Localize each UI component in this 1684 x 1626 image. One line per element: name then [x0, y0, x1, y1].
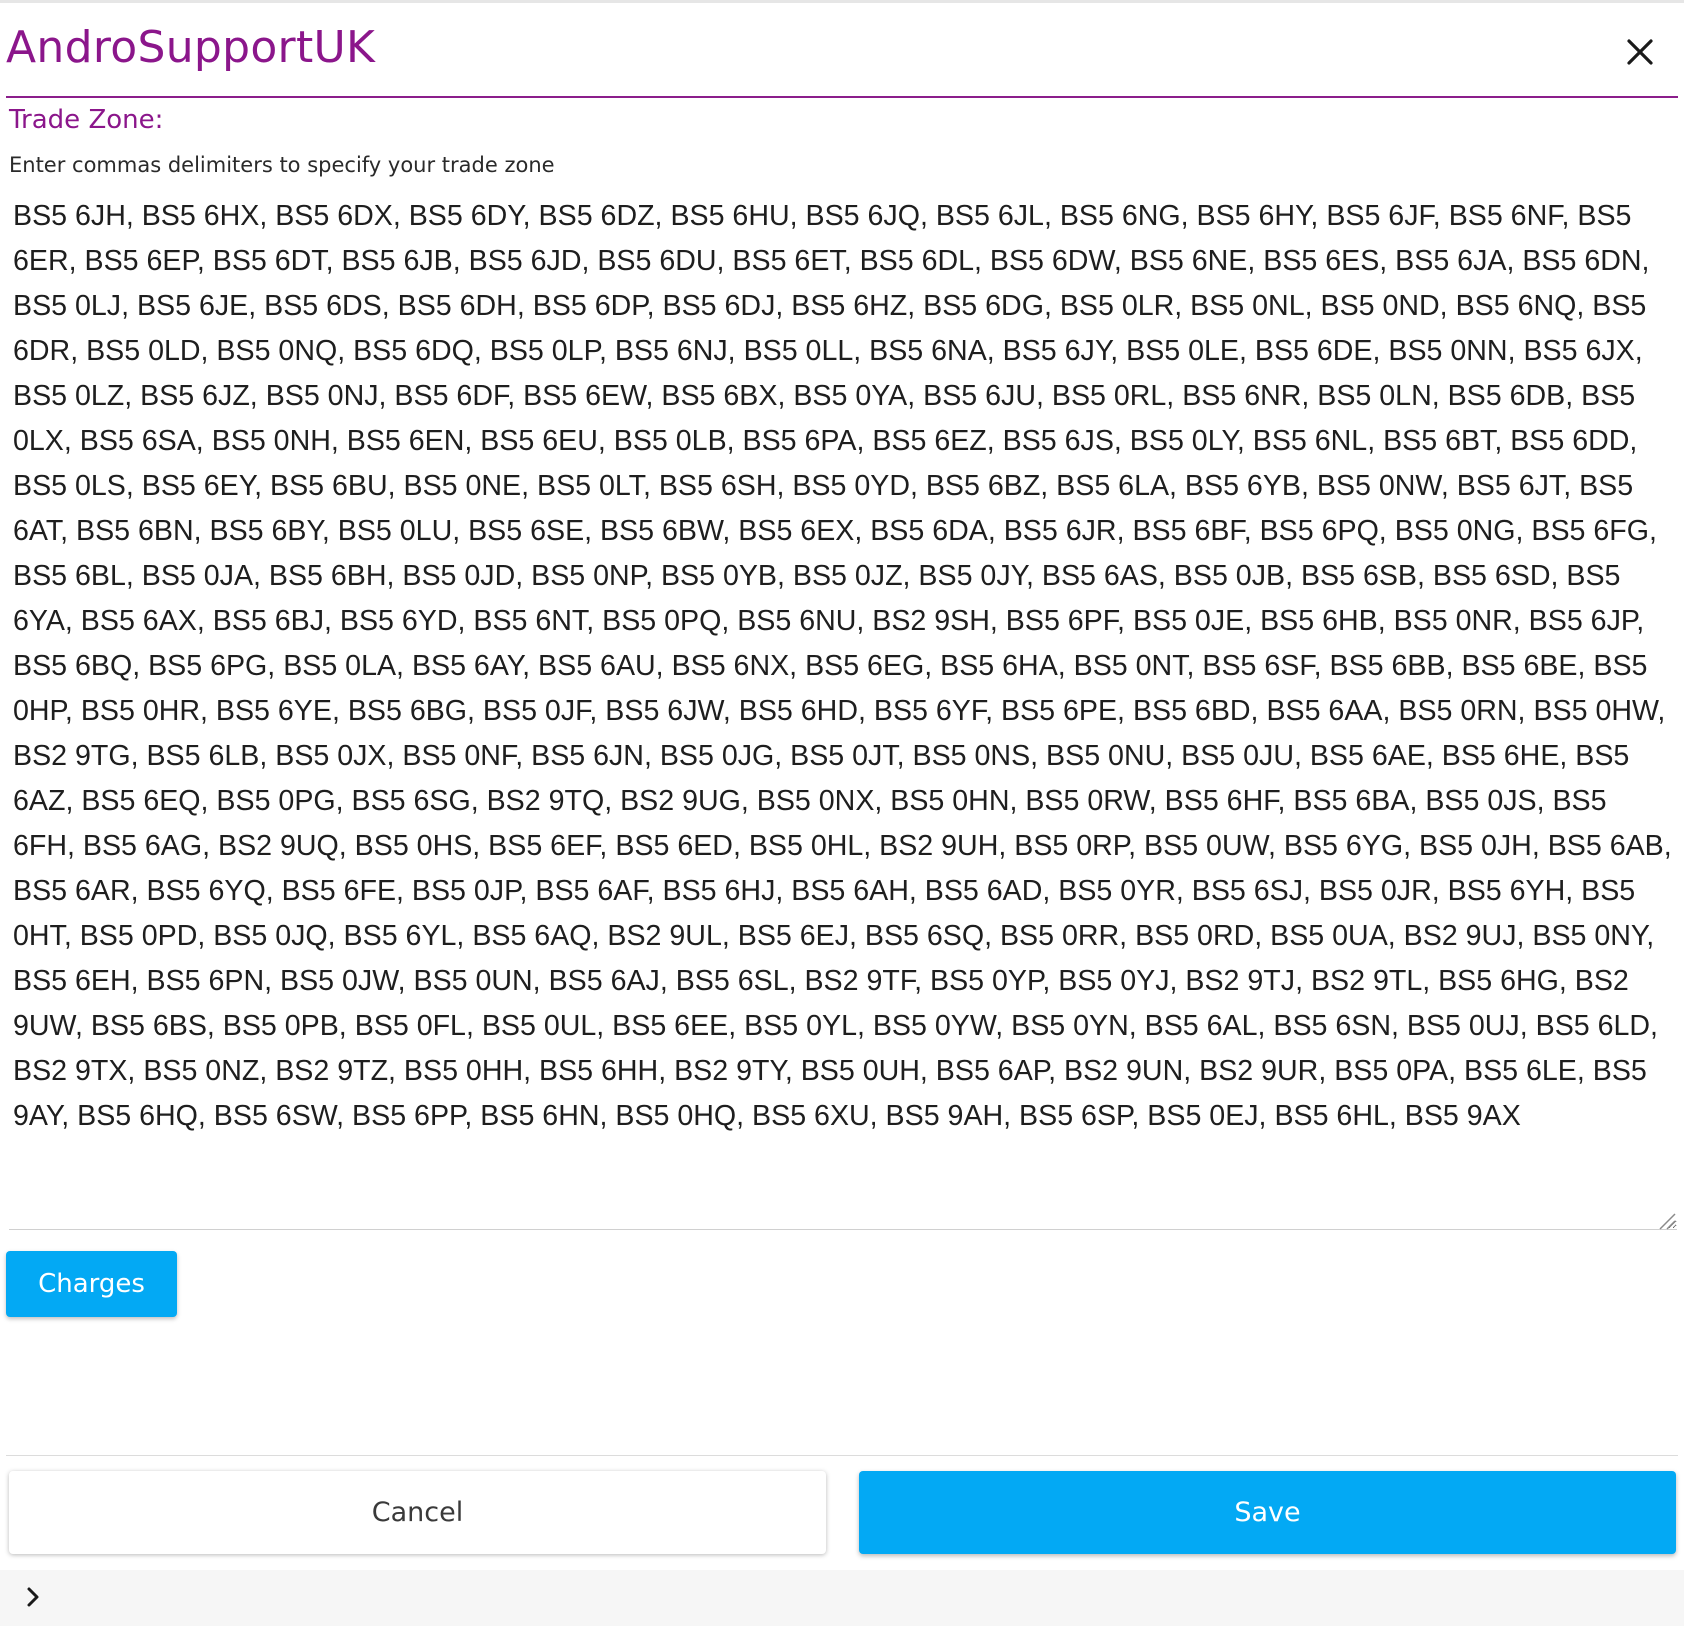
cancel-button[interactable]: Cancel [9, 1471, 826, 1554]
trade-zone-label: Trade Zone: [9, 105, 164, 135]
dialog-header: AndroSupportUK [6, 14, 1678, 98]
close-button[interactable] [1620, 32, 1660, 72]
trade-zone-helper-text: Enter commas delimiters to specify your … [9, 153, 555, 177]
footer-divider [6, 1455, 1678, 1456]
bottom-bar [0, 1570, 1684, 1626]
resize-grip-icon[interactable] [1656, 1210, 1676, 1230]
app-title: AndroSupportUK [6, 22, 376, 73]
trade-zone-textarea[interactable] [9, 190, 1677, 1230]
charges-button[interactable]: Charges [6, 1251, 177, 1317]
save-button[interactable]: Save [859, 1471, 1676, 1554]
close-icon [1627, 39, 1653, 65]
expand-button[interactable] [18, 1582, 48, 1612]
chevron-right-icon [27, 1587, 39, 1607]
top-divider [0, 0, 1684, 3]
